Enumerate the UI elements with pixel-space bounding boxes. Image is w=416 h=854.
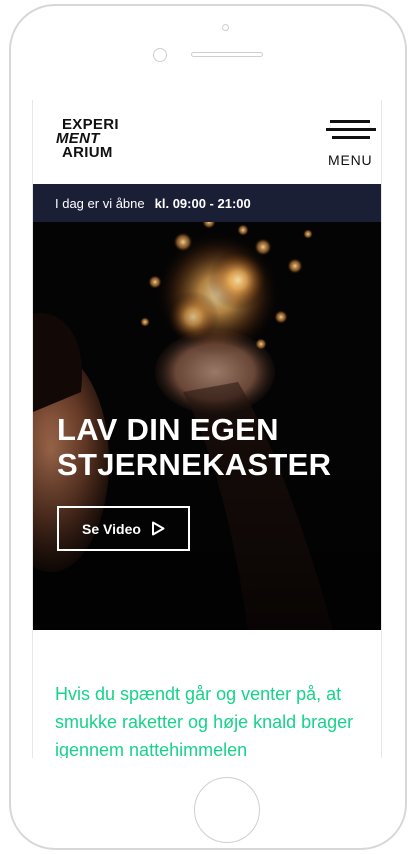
- watch-video-button[interactable]: Se Video: [57, 506, 190, 551]
- menu-label: MENU: [328, 152, 373, 168]
- hero-title: LAV DIN EGEN STJERNEKASTER: [57, 412, 377, 482]
- intro-paragraph: Hvis du spændt går og venter på, at smuk…: [55, 684, 354, 758]
- hamburger-icon: [326, 120, 376, 144]
- home-button[interactable]: [194, 777, 260, 843]
- hero-title-line-2: STJERNEKASTER: [57, 447, 332, 482]
- hero-banner: LAV DIN EGEN STJERNEKASTER Se Video: [33, 222, 381, 630]
- play-icon: [151, 521, 165, 536]
- hero-title-line-1: LAV DIN EGEN: [57, 412, 279, 447]
- opening-hours-bar: I dag er vi åbne kl. 09:00 - 21:00: [33, 184, 381, 222]
- front-sensor: [153, 48, 167, 62]
- phone-screen: EXPERI MENT ARIUM MENU I dag er vi åbne …: [32, 100, 382, 758]
- menu-button[interactable]: MENU: [326, 120, 376, 168]
- logo-line-3: ARIUM: [62, 144, 113, 161]
- watch-video-label: Se Video: [82, 520, 141, 537]
- opening-hours-prefix: I dag er vi åbne: [55, 195, 145, 211]
- speaker-grill: [191, 52, 263, 57]
- experimentarium-logo[interactable]: EXPERI MENT ARIUM: [56, 117, 146, 161]
- site-header: EXPERI MENT ARIUM MENU: [33, 100, 381, 184]
- opening-hours-time: kl. 09:00 - 21:00: [154, 195, 251, 211]
- camera-dot: [222, 24, 229, 31]
